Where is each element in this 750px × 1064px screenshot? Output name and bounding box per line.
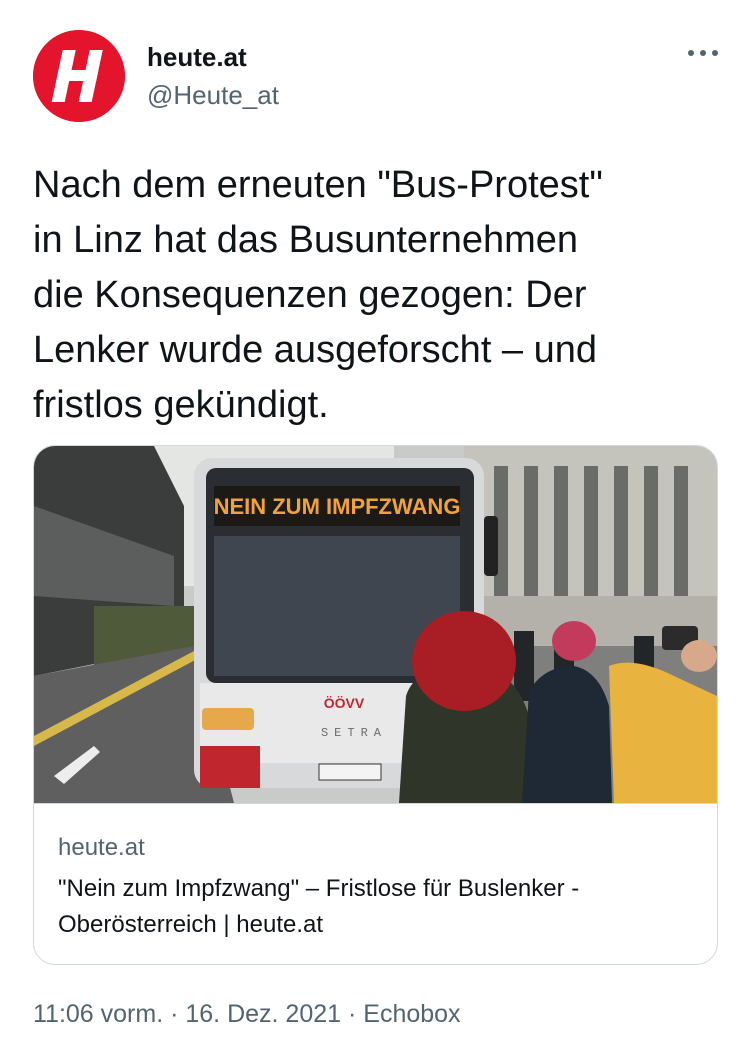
meta-separator: · [163, 1000, 186, 1028]
heute-logo-icon [33, 30, 125, 122]
tweet-date[interactable]: 16. Dez. 2021 [185, 1000, 341, 1028]
card-divider [34, 803, 717, 804]
meta-separator: · [341, 1000, 364, 1028]
tweet-time[interactable]: 11:06 vorm. [33, 1000, 163, 1028]
tweet-meta: 11:06 vorm. · 16. Dez. 2021 · Echobox [33, 1000, 461, 1029]
card-title[interactable]: "Nein zum Impfzwang" – Fristlose für Bus… [58, 871, 698, 943]
link-card[interactable]: NEIN ZUM IMPFZWANG ÖÖVV SETRA heute.at "… [33, 445, 718, 965]
card-domain: heute.at [58, 834, 145, 861]
tweet-text: Nach dem erneuten "Bus-Protest" in Linz … [33, 164, 603, 426]
bus-maker-text: SETRA [321, 726, 387, 740]
account-name[interactable]: heute.at [147, 42, 247, 73]
bus-sign-text: NEIN ZUM IMPFZWANG [214, 494, 461, 519]
bus-brand-text: ÖÖVV [324, 695, 365, 711]
tweet-header: heute.at @Heute_at [33, 30, 723, 126]
more-horizontal-icon [688, 50, 718, 56]
avatar[interactable] [33, 30, 125, 122]
tweet-source[interactable]: Echobox [363, 1000, 460, 1028]
more-options-button[interactable] [683, 38, 723, 68]
account-handle[interactable]: @Heute_at [147, 80, 279, 111]
card-image: NEIN ZUM IMPFZWANG ÖÖVV SETRA [34, 446, 717, 803]
